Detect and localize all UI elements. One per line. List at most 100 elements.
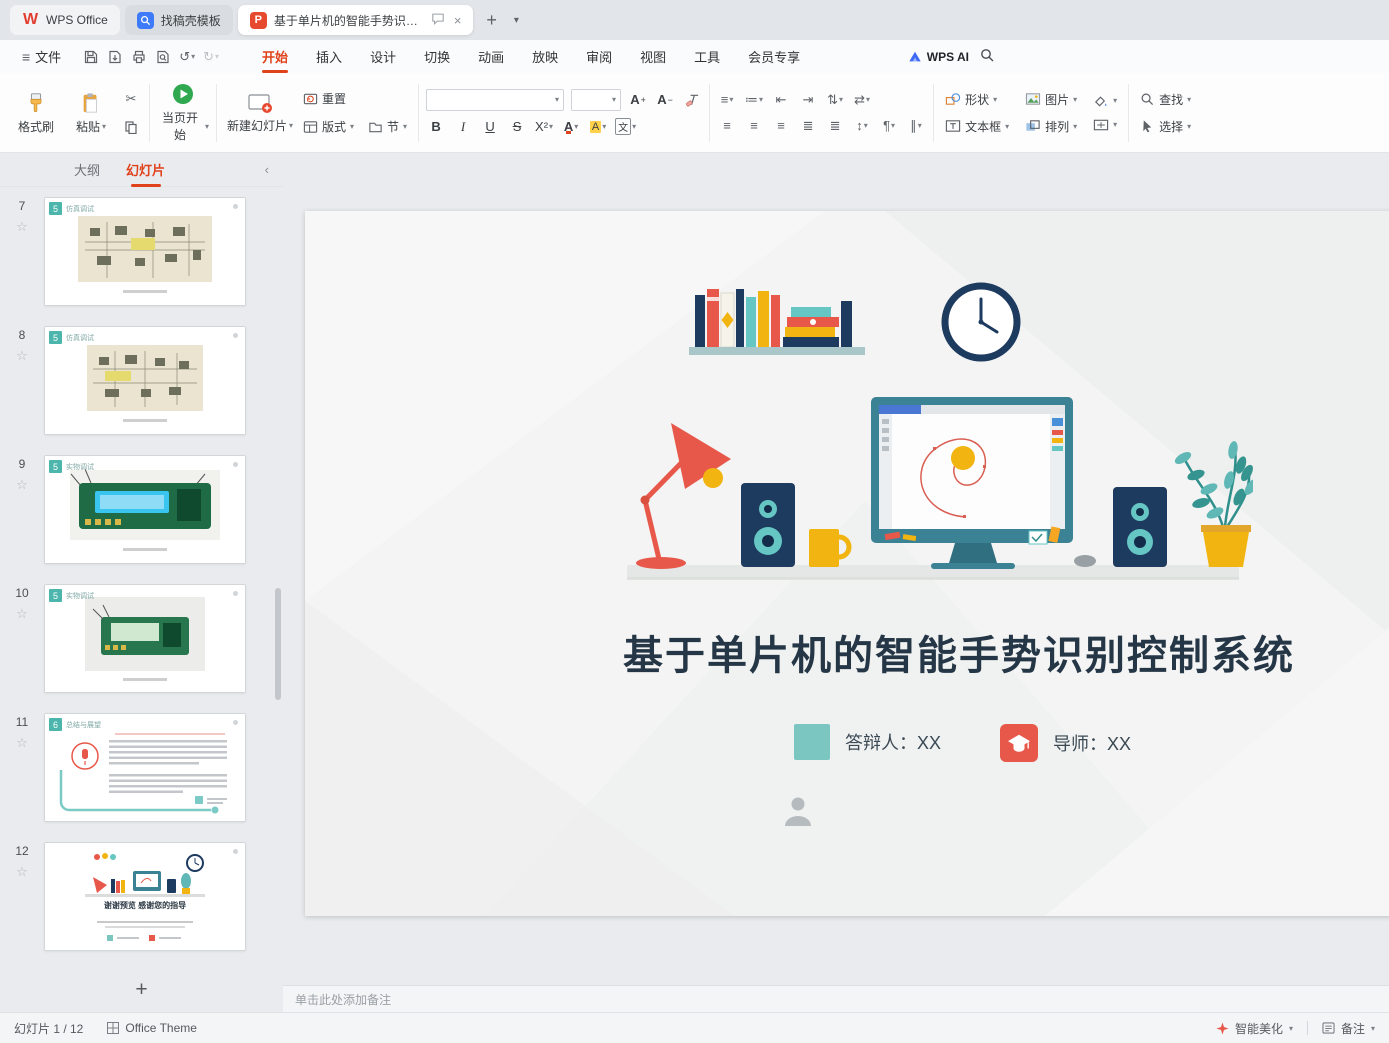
menu-item-insert[interactable]: 插入 bbox=[303, 40, 355, 73]
notes-bar[interactable]: 单击此处添加备注 bbox=[283, 985, 1389, 1012]
file-menu-button[interactable]: ≡ 文件 bbox=[14, 47, 69, 66]
menu-item-membership[interactable]: 会员专享 bbox=[735, 40, 813, 73]
add-slide-button[interactable]: + bbox=[112, 978, 172, 1002]
menu-item-view[interactable]: 视图 bbox=[627, 40, 679, 73]
shapes-button[interactable]: 形状 ▾ bbox=[941, 89, 1013, 110]
paste-button[interactable]: 粘贴 ▾ bbox=[65, 82, 117, 144]
slide-thumbnail[interactable]: 6 总结与展望 bbox=[44, 713, 246, 822]
picture-button[interactable]: 图片 ▾ bbox=[1021, 89, 1081, 110]
superscript-button[interactable]: X² ▾ bbox=[534, 117, 554, 137]
increase-indent-button[interactable]: ⇥ bbox=[798, 90, 818, 110]
menu-item-design[interactable]: 设计 bbox=[357, 40, 409, 73]
decrease-indent-button[interactable]: ⇤ bbox=[771, 90, 791, 110]
section-button[interactable]: 节 ▾ bbox=[364, 116, 411, 137]
favorite-star-icon[interactable]: ☆ bbox=[16, 735, 28, 751]
sidebar-scrollbar[interactable] bbox=[275, 588, 281, 700]
respondent-row[interactable]: 答辩人：XX bbox=[794, 724, 941, 760]
thumb-badge: 5 bbox=[49, 589, 62, 602]
chevron-down-icon[interactable]: ▾ bbox=[191, 52, 195, 61]
favorite-star-icon[interactable]: ☆ bbox=[16, 606, 28, 622]
decrease-font-button[interactable]: A − bbox=[655, 90, 675, 110]
slide-thumbnail[interactable]: 5 实物调试 bbox=[44, 584, 246, 693]
paragraph-settings-button[interactable]: ¶ ▾ bbox=[879, 116, 899, 136]
export-pdf-icon[interactable] bbox=[107, 49, 123, 65]
bold-button[interactable]: B bbox=[426, 117, 446, 137]
tab-slides[interactable]: 幻灯片 bbox=[126, 153, 165, 187]
background-fill-button[interactable]: ▾ bbox=[1089, 92, 1121, 110]
line-spacing-button[interactable]: ↕ ▾ bbox=[852, 116, 872, 136]
format-painter-button[interactable]: 格式刷 bbox=[10, 82, 62, 144]
search-icon[interactable] bbox=[979, 47, 995, 66]
collapse-panel-icon[interactable]: ‹ bbox=[265, 162, 269, 177]
numbered-list-button[interactable]: ≔ ▾ bbox=[744, 90, 764, 110]
reset-slide-button[interactable]: 重置 bbox=[299, 88, 411, 109]
select-button[interactable]: 选择 ▾ bbox=[1136, 116, 1195, 137]
menu-item-animation[interactable]: 动画 bbox=[465, 40, 517, 73]
distribute-text-button[interactable]: ≣ bbox=[825, 116, 845, 136]
favorite-star-icon[interactable]: ☆ bbox=[16, 219, 28, 235]
wps-ai-button[interactable]: WPS AI bbox=[908, 50, 969, 64]
menu-item-review[interactable]: 审阅 bbox=[573, 40, 625, 73]
slide-thumbnail[interactable]: 5 仿真调试 bbox=[44, 197, 246, 306]
font-color-button[interactable]: A ▾ bbox=[561, 117, 581, 137]
clear-format-button[interactable] bbox=[682, 90, 702, 110]
tab-outline[interactable]: 大纲 bbox=[74, 153, 100, 187]
print-preview-icon[interactable] bbox=[155, 49, 171, 65]
bullet-list-button[interactable]: ≡ ▾ bbox=[717, 90, 737, 110]
textbox-button[interactable]: 文本框 ▾ bbox=[941, 116, 1013, 137]
menu-item-home[interactable]: 开始 bbox=[249, 40, 301, 73]
highlight-color-button[interactable]: A ▾ bbox=[588, 117, 608, 137]
slide-thumbnail[interactable]: 5 实物调试 bbox=[44, 455, 246, 564]
underline-button[interactable]: U bbox=[480, 117, 500, 137]
align-justify-button[interactable]: ≣ bbox=[798, 116, 818, 136]
chevron-down-icon[interactable]: ▾ bbox=[215, 52, 219, 61]
slide-editor-area[interactable]: 基于单片机的智能手势识别控制系统 答辩人：XX 导师：XX bbox=[283, 153, 1389, 985]
smart-beautify-button[interactable]: 智能美化 ▾ bbox=[1216, 1020, 1293, 1037]
columns-button[interactable]: ∥ ▾ bbox=[906, 116, 926, 136]
notes-toggle-button[interactable]: 备注 ▾ bbox=[1322, 1020, 1375, 1037]
close-tab-icon[interactable]: × bbox=[454, 13, 462, 28]
align-left-button[interactable]: ≡ bbox=[717, 116, 737, 136]
text-tool-button[interactable]: 文 ▾ bbox=[615, 117, 636, 137]
favorite-star-icon[interactable]: ☆ bbox=[16, 477, 28, 493]
comment-bubble-icon[interactable] bbox=[431, 12, 445, 28]
tab-list-chevron-icon[interactable]: ▾ bbox=[510, 15, 523, 26]
new-slide-button[interactable]: 新建幻灯片 ▾ bbox=[224, 82, 296, 144]
tab-wps-office[interactable]: W WPS Office bbox=[10, 5, 120, 35]
find-button[interactable]: 查找 ▾ bbox=[1136, 89, 1195, 110]
tab-current-document[interactable]: P 基于单片机的智能手势识别控制... × bbox=[237, 5, 474, 35]
undo-button[interactable]: ↺ ▾ bbox=[179, 49, 195, 65]
favorite-star-icon[interactable]: ☆ bbox=[16, 348, 28, 364]
align-right-button[interactable]: ≡ bbox=[771, 116, 791, 136]
font-family-combo[interactable]: ▾ bbox=[426, 88, 565, 111]
italic-button[interactable]: I bbox=[453, 117, 473, 137]
favorite-star-icon[interactable]: ☆ bbox=[16, 864, 28, 880]
print-icon[interactable] bbox=[131, 49, 147, 65]
convert-text-button[interactable]: ⇄ ▾ bbox=[852, 90, 872, 110]
copy-button[interactable] bbox=[120, 117, 142, 137]
layout-button[interactable]: 版式 ▾ bbox=[299, 116, 358, 137]
slide-thumbnail[interactable]: 谢谢预览 感谢您的指导 bbox=[44, 842, 246, 951]
cut-button[interactable]: ✂ bbox=[120, 89, 142, 109]
advisor-row[interactable]: 导师：XX bbox=[1000, 724, 1131, 762]
slide-row-8: 8 ☆ 5 仿真调试 bbox=[0, 326, 283, 435]
increase-font-button[interactable]: A + bbox=[628, 90, 648, 110]
arrange-button[interactable]: 排列 ▾ bbox=[1021, 116, 1081, 137]
align-center-button[interactable]: ≡ bbox=[744, 116, 764, 136]
font-size-combo[interactable]: ▾ bbox=[571, 88, 622, 111]
tab-template-site[interactable]: 找稿壳模板 bbox=[124, 5, 233, 35]
theme-selector[interactable]: Office Theme bbox=[107, 1021, 197, 1035]
strikethrough-button[interactable]: S bbox=[507, 117, 527, 137]
menu-item-slideshow[interactable]: 放映 bbox=[519, 40, 571, 73]
slide-canvas[interactable]: 基于单片机的智能手势识别控制系统 答辩人：XX 导师：XX bbox=[305, 211, 1389, 916]
menu-item-tools[interactable]: 工具 bbox=[681, 40, 733, 73]
slide-title-text[interactable]: 基于单片机的智能手势识别控制系统 bbox=[623, 623, 1293, 681]
slide-size-button[interactable]: ▾ bbox=[1089, 116, 1121, 134]
save-icon[interactable] bbox=[83, 49, 99, 65]
play-from-current-button[interactable]: 当页开始 ▾ bbox=[157, 82, 209, 144]
menu-item-transition[interactable]: 切换 bbox=[411, 40, 463, 73]
redo-button[interactable]: ↻ ▾ bbox=[203, 49, 219, 65]
new-tab-button[interactable]: + bbox=[478, 10, 505, 31]
text-direction-button[interactable]: ⇅ ▾ bbox=[825, 90, 845, 110]
slide-thumbnail[interactable]: 5 仿真调试 bbox=[44, 326, 246, 435]
